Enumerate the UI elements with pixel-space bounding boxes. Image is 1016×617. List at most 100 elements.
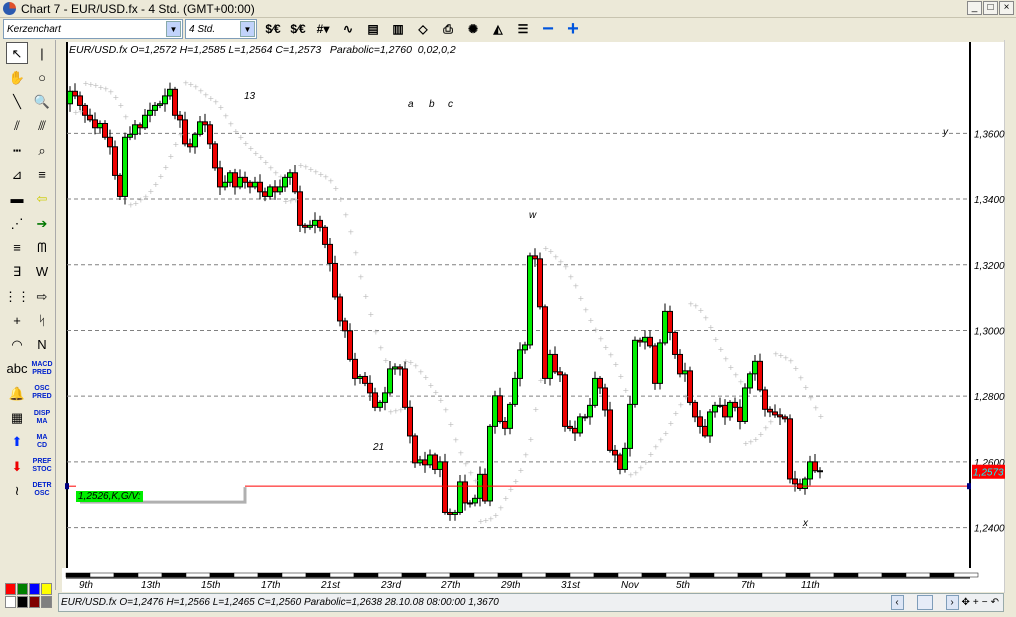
x-tick-label: 7th (741, 580, 755, 591)
scroll-left-button[interactable]: ‹ (890, 595, 904, 610)
parabolic-sar-dot: + (808, 394, 815, 403)
candle-body (342, 320, 348, 332)
annotation-a: a (408, 99, 414, 110)
candle-body (312, 219, 318, 226)
parabolic-sar-dot: + (573, 282, 580, 291)
parabolic-sar-dot: + (643, 458, 650, 467)
time-bar-segment (833, 572, 859, 578)
candle-body (237, 176, 243, 188)
undo-icon[interactable]: ↶ (991, 597, 999, 608)
candle-body (67, 90, 73, 105)
candle-body (547, 353, 553, 379)
y-tick-label: 1,3400 (974, 195, 1005, 206)
candle-body (347, 330, 353, 360)
parabolic-sar-dot: + (618, 372, 625, 381)
time-bar-segment (65, 572, 91, 578)
candle-body (732, 401, 738, 408)
scroll-thumb[interactable] (916, 595, 933, 610)
candle-body (642, 336, 648, 343)
chart-scrollbar[interactable] (906, 595, 943, 610)
candle-body (632, 339, 638, 405)
candle-body (492, 395, 498, 427)
time-bar-segment (809, 572, 835, 578)
candle-body (167, 88, 173, 97)
candle-body (327, 243, 333, 264)
time-bar-segment (89, 572, 115, 578)
candle-body (207, 124, 213, 145)
annotation-c: c (448, 99, 453, 110)
parabolic-sar-dot: + (458, 449, 465, 458)
parabolic-sar-dot: + (123, 112, 130, 121)
candle-body (397, 366, 403, 370)
candle-body (247, 181, 253, 188)
candle-body (782, 416, 788, 420)
parabolic-sar-dot: + (668, 419, 675, 428)
x-tick-label: 23rd (380, 580, 401, 591)
parabolic-sar-dot: + (583, 306, 590, 315)
parabolic-sar-dot: + (663, 429, 670, 438)
candle-body (812, 461, 818, 472)
time-bar-segment (905, 572, 931, 578)
time-bar-segment (689, 572, 715, 578)
candle-body (412, 435, 418, 464)
zoom-out-button[interactable]: − (982, 597, 988, 608)
candle-body (497, 395, 503, 422)
parabolic-sar-dot: + (338, 195, 345, 204)
scroll-right-button[interactable]: › (945, 595, 959, 610)
candle-body (337, 296, 343, 322)
parabolic-sar-dot: + (153, 180, 160, 189)
y-tick-label: 1,3000 (974, 326, 1005, 337)
parabolic-sar-dot: + (818, 412, 825, 421)
parabolic-sar-dot: + (78, 107, 85, 116)
candle-body (407, 406, 413, 437)
horizontal-line-label[interactable]: 1,2526,K,G/V: (76, 491, 143, 502)
x-tick-label: 5th (676, 580, 690, 591)
candle-body (672, 331, 678, 355)
parabolic-sar-dot: + (563, 262, 570, 271)
candle-body (502, 420, 508, 429)
candle-body (72, 90, 78, 97)
time-bar-segment (449, 572, 475, 578)
candle-body (522, 344, 528, 351)
candle-body (787, 418, 793, 480)
candle-body (222, 181, 228, 188)
x-tick-label: 31st (561, 580, 581, 591)
parabolic-sar-dot: + (683, 392, 690, 401)
candle-body (777, 414, 783, 418)
parabolic-sar-dot: + (523, 451, 530, 460)
candle-body (202, 121, 208, 126)
candle-body (117, 174, 123, 197)
candle-body (242, 176, 248, 183)
candle-body (227, 172, 233, 183)
time-bar-segment (641, 572, 667, 578)
candle-body (392, 366, 398, 370)
candle-body (367, 382, 373, 394)
candlestick-chart: 1,36001,34001,32001,30001,28001,26001,24… (65, 79, 1005, 591)
x-tick-label: 9th (79, 580, 93, 591)
parabolic-sar-dot: + (793, 364, 800, 373)
parabolic-sar-dot: + (378, 343, 385, 352)
parabolic-sar-dot: + (293, 195, 300, 204)
time-bar-segment (617, 572, 643, 578)
candle-body (567, 425, 573, 429)
y-tick-label: 1,2400 (974, 524, 1005, 535)
candle-body (712, 404, 718, 413)
candle-body (542, 306, 548, 379)
parabolic-sar-dot: + (448, 420, 455, 429)
candle-body (97, 122, 103, 129)
parabolic-sar-dot: + (218, 103, 225, 112)
time-bar-segment (281, 572, 307, 578)
candle-body (487, 425, 493, 502)
candle-body (472, 497, 478, 504)
candle-body (512, 377, 518, 405)
move-icon[interactable]: ✥ (962, 597, 970, 608)
time-bar-segment (881, 572, 907, 578)
candle-body (302, 224, 308, 228)
line-handle-left (65, 483, 69, 490)
candle-body (742, 387, 748, 422)
zoom-in-button[interactable]: + (973, 597, 979, 608)
candle-body (132, 124, 138, 135)
time-bar-segment (185, 572, 211, 578)
parabolic-sar-dot: + (178, 130, 185, 139)
time-bar-segment (401, 572, 427, 578)
